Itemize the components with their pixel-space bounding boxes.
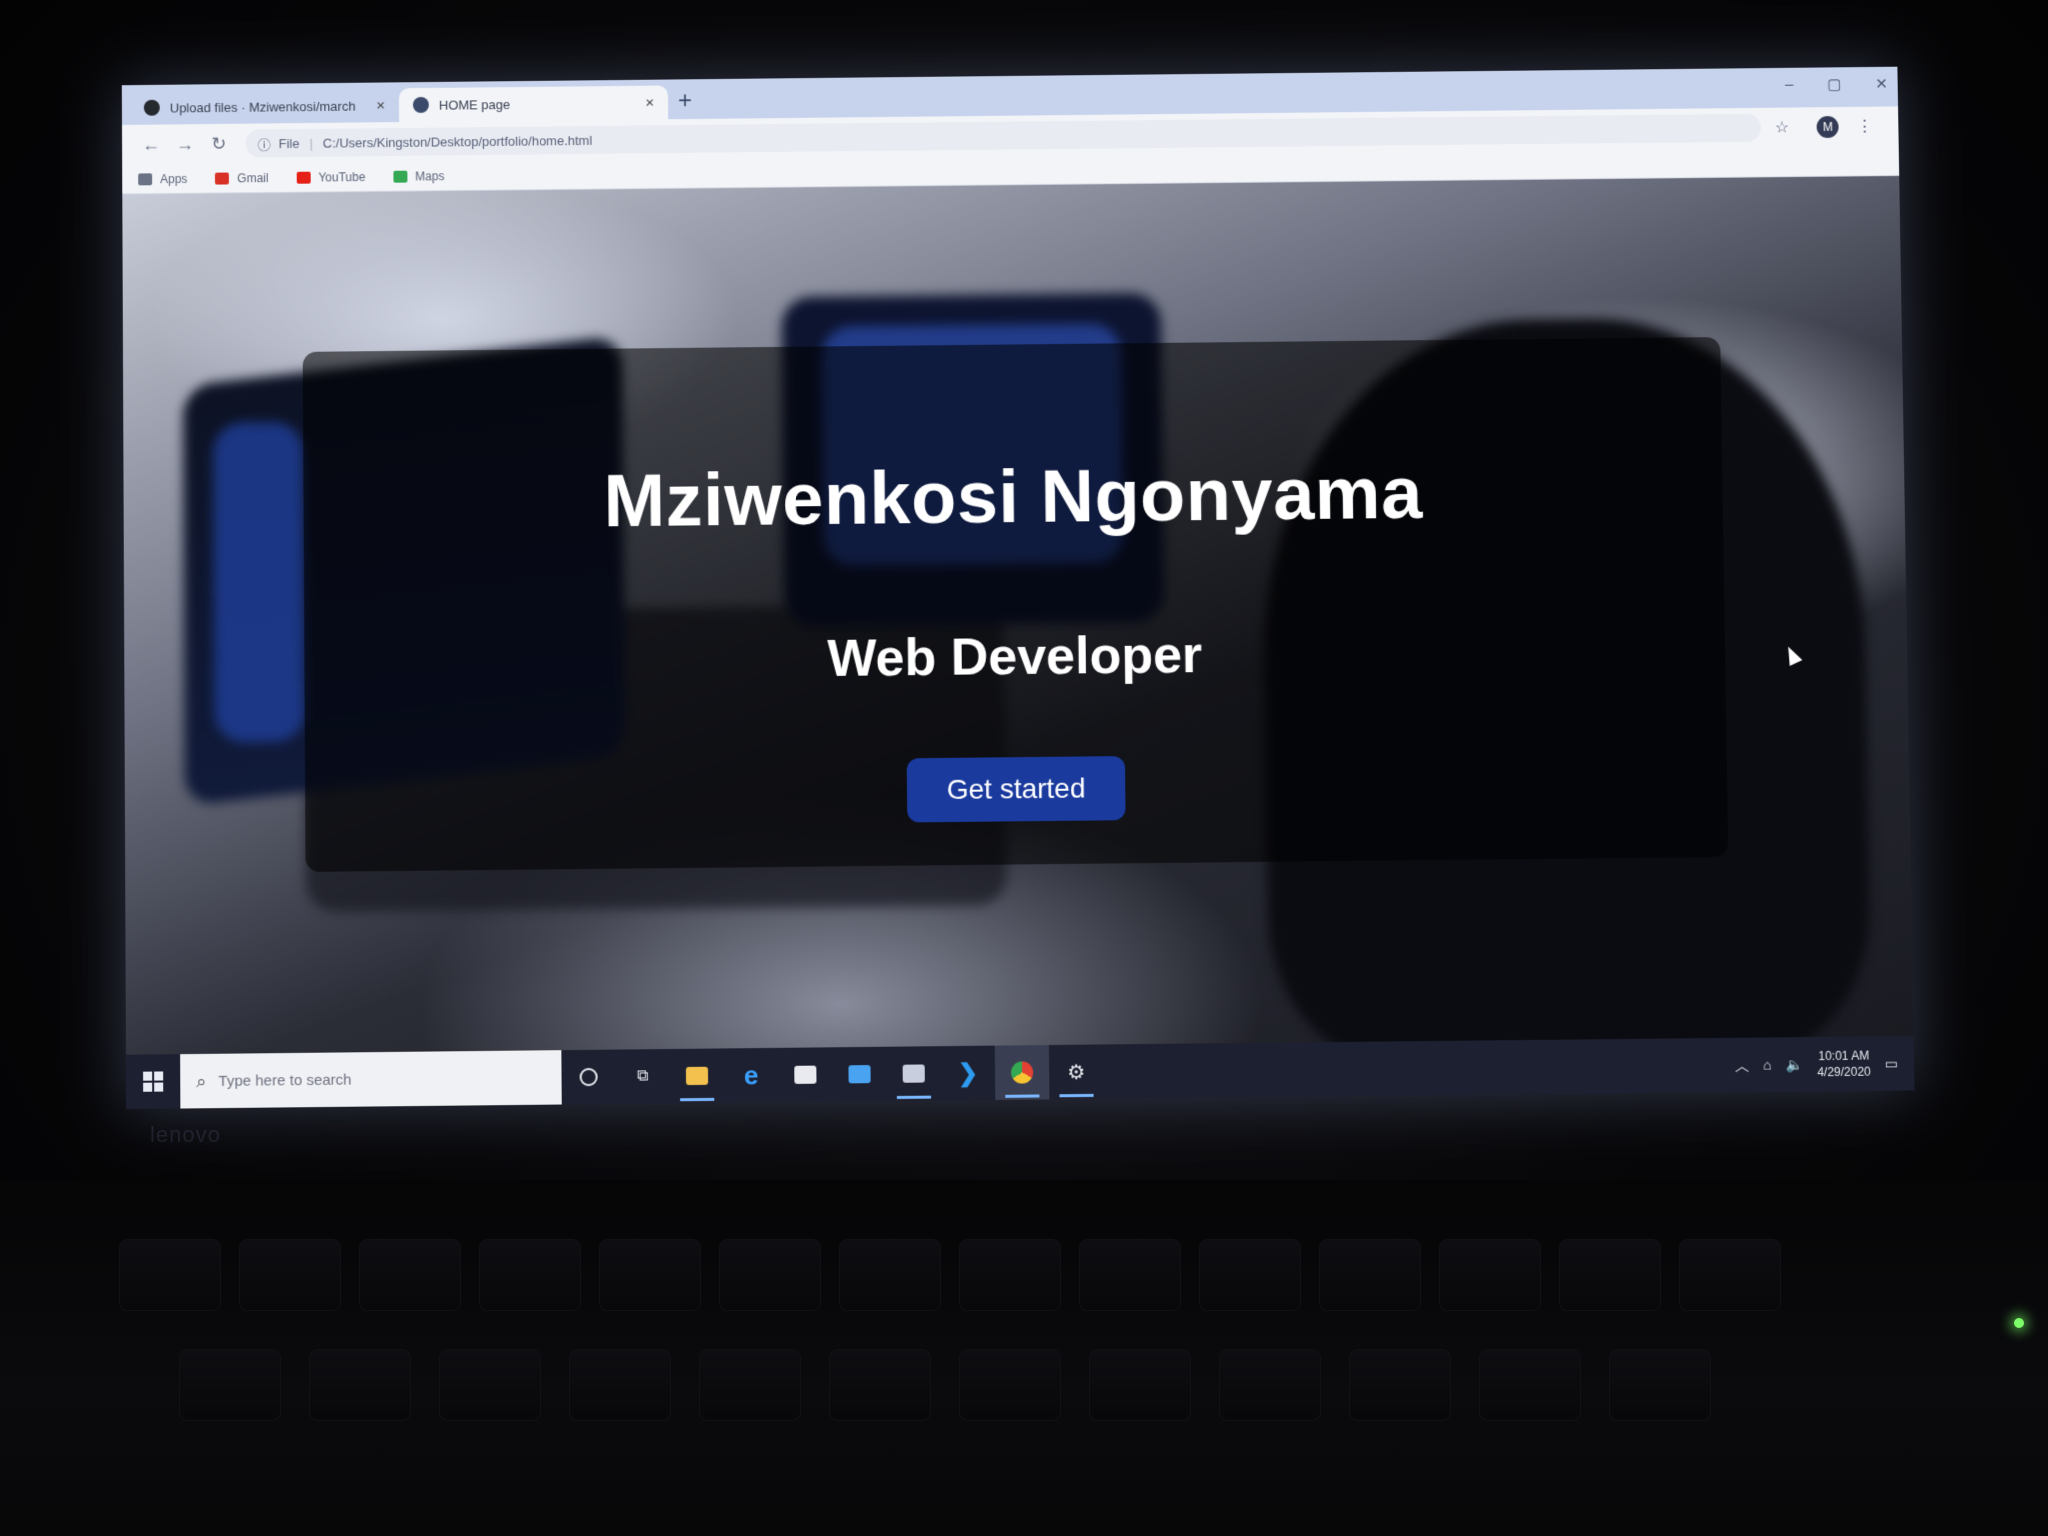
- vscode-icon[interactable]: ❯: [941, 1046, 996, 1101]
- clock-time: 10:01 AM: [1818, 1048, 1870, 1064]
- keyboard-key: [960, 1350, 1060, 1420]
- network-icon[interactable]: ⌂: [1763, 1057, 1772, 1073]
- mail-icon[interactable]: [832, 1047, 887, 1102]
- media-icon[interactable]: [886, 1046, 941, 1101]
- keyboard-key: [310, 1350, 410, 1420]
- keyboard-key: [1320, 1240, 1420, 1310]
- edge-icon[interactable]: e: [724, 1048, 779, 1103]
- bookmark-label: YouTube: [318, 169, 366, 185]
- keyboard-key: [1680, 1240, 1780, 1310]
- new-tab-button[interactable]: +: [678, 87, 692, 115]
- bookmark-star-icon[interactable]: ☆: [1775, 117, 1790, 137]
- keyboard-key: [120, 1240, 220, 1310]
- keyboard-key: [600, 1240, 700, 1310]
- keyboard-key: [1480, 1350, 1580, 1420]
- get-started-button[interactable]: Get started: [906, 756, 1126, 823]
- clock-date: 4/29/2020: [1817, 1064, 1871, 1080]
- tab-title: HOME page: [438, 96, 511, 113]
- keyboard-key: [720, 1240, 820, 1310]
- store-icon[interactable]: [778, 1047, 833, 1102]
- keyboard-key: [1350, 1350, 1450, 1420]
- reload-button[interactable]: ↻: [202, 133, 236, 154]
- maximize-button[interactable]: ▢: [1827, 75, 1841, 93]
- tab-close-icon[interactable]: ×: [376, 97, 385, 114]
- bookmark-gmail[interactable]: Gmail: [215, 170, 269, 185]
- keyboard-key: [1560, 1240, 1660, 1310]
- bookmark-apps[interactable]: Apps: [138, 171, 188, 186]
- keyboard-key: [180, 1350, 280, 1420]
- keyboard-key: [1610, 1350, 1710, 1420]
- apps-icon: [138, 172, 153, 185]
- hero-name-heading: Mziwenkosi Ngonyama: [603, 450, 1424, 543]
- hero-background-monitor-screen: [213, 421, 305, 743]
- hero-role-heading: Web Developer: [827, 626, 1203, 689]
- tab-upload-files[interactable]: Upload files · Mziwenkosi/march ×: [130, 88, 399, 125]
- keyboard-key: [570, 1350, 670, 1420]
- bookmark-maps[interactable]: Maps: [393, 168, 445, 184]
- keyboard-key: [830, 1350, 930, 1420]
- keyboard-key: [1080, 1240, 1180, 1310]
- settings-icon[interactable]: ⚙: [1049, 1044, 1104, 1099]
- page-viewport: Mziwenkosi Ngonyama Web Developer Get st…: [122, 175, 1914, 1055]
- keyboard-key: [1200, 1240, 1300, 1310]
- keyboard-key: [840, 1240, 940, 1310]
- maps-icon: [393, 170, 408, 183]
- windows-logo-icon: [143, 1071, 164, 1092]
- tab-title: Upload files · Mziwenkosi/march: [169, 98, 356, 116]
- keyboard-key: [240, 1240, 340, 1310]
- bookmark-label: Apps: [160, 171, 188, 186]
- site-info-icon[interactable]: ⓘ: [258, 134, 271, 153]
- address-url: C:/Users/Kingston/Desktop/portfolio/home…: [322, 132, 593, 151]
- power-led: [2014, 1318, 2024, 1328]
- keyboard-key: [360, 1240, 460, 1310]
- laptop-screen: Upload files · Mziwenkosi/march × HOME p…: [121, 66, 1915, 1110]
- keyboard-key: [440, 1350, 540, 1420]
- minimize-button[interactable]: –: [1785, 76, 1794, 94]
- gmail-icon: [215, 172, 230, 185]
- browser-menu-icon[interactable]: ⋮: [1857, 117, 1873, 137]
- github-icon: [143, 99, 160, 116]
- task-view-icon[interactable]: ⧉: [616, 1049, 671, 1104]
- taskbar-search-box[interactable]: ⌕ Type here to search: [180, 1050, 562, 1109]
- chrome-icon[interactable]: [994, 1045, 1050, 1100]
- forward-button[interactable]: →: [168, 134, 202, 155]
- window-controls: – ▢ ✕: [1785, 75, 1888, 94]
- file-explorer-icon[interactable]: [670, 1048, 725, 1103]
- start-button[interactable]: [126, 1054, 180, 1109]
- bookmark-label: Maps: [415, 168, 445, 184]
- keyboard-key: [700, 1350, 800, 1420]
- address-scheme: File: [278, 135, 300, 151]
- chevron-up-icon[interactable]: ︿: [1735, 1055, 1749, 1075]
- keyboard-key: [960, 1240, 1060, 1310]
- keyboard-key: [1440, 1240, 1540, 1310]
- tab-close-icon[interactable]: ×: [645, 94, 654, 111]
- profile-avatar[interactable]: M: [1816, 115, 1840, 139]
- search-placeholder: Type here to search: [218, 1070, 352, 1090]
- keyboard-key: [480, 1240, 580, 1310]
- keyboard-key: [1220, 1350, 1320, 1420]
- bookmark-youtube[interactable]: YouTube: [296, 170, 365, 185]
- tab-home-page[interactable]: HOME page ×: [398, 85, 669, 123]
- keyboard-key: [1090, 1350, 1190, 1420]
- system-tray: ︿ ⌂ 🔈 10:01 AM 4/29/2020 ▭: [1735, 1047, 1915, 1081]
- cortana-icon[interactable]: [561, 1050, 616, 1105]
- globe-icon: [412, 96, 429, 113]
- bookmark-label: Gmail: [237, 170, 269, 185]
- hero-card: Mziwenkosi Ngonyama Web Developer Get st…: [302, 337, 1729, 872]
- taskbar-clock[interactable]: 10:01 AM 4/29/2020: [1817, 1047, 1871, 1080]
- notifications-icon[interactable]: ▭: [1885, 1055, 1899, 1072]
- youtube-icon: [296, 171, 311, 184]
- address-divider: |: [309, 135, 313, 151]
- search-icon: ⌕: [196, 1070, 207, 1091]
- laptop-brand-label: lenovo: [150, 1122, 221, 1147]
- volume-icon[interactable]: 🔈: [1785, 1056, 1803, 1073]
- laptop-keyboard: [0, 1180, 2048, 1536]
- close-window-button[interactable]: ✕: [1875, 75, 1888, 93]
- back-button[interactable]: ←: [134, 134, 168, 155]
